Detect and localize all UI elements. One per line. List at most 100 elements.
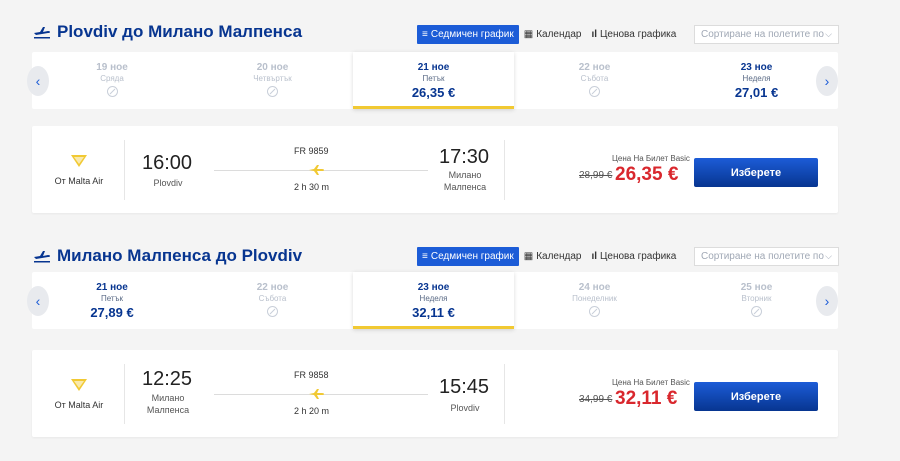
route-title: Милано Малпенса до Plovdiv bbox=[57, 246, 303, 265]
sort-select[interactable]: Сортиране на полетите по ⌵ bbox=[694, 25, 839, 44]
date-cell[interactable]: 23 ное Неделя 27,01 € bbox=[675, 52, 838, 109]
unavailable-icon bbox=[751, 306, 762, 317]
outbound-section: Plovdiv до Милано Малпенса ≡ Седмичен гр… bbox=[0, 0, 900, 225]
date-label: 21 ное bbox=[417, 62, 450, 73]
weekday-label: Сряда bbox=[100, 74, 124, 83]
unavailable-icon bbox=[589, 306, 600, 317]
tab-calendar[interactable]: ▦ Календар bbox=[519, 25, 587, 44]
return-section: Милано Малпенса до Plovdiv ≡ Седмичен гр… bbox=[0, 232, 900, 457]
date-label: 20 ное bbox=[256, 62, 289, 73]
sort-placeholder: Сортиране на полетите по bbox=[701, 251, 824, 262]
date-cell-selected[interactable]: 21 ное Петък 26,35 € bbox=[353, 52, 514, 109]
list-icon: ≡ bbox=[422, 250, 428, 262]
flight-number: FR 9858 bbox=[294, 370, 329, 380]
date-cell[interactable]: 22 ное Събота bbox=[192, 272, 353, 329]
date-cell[interactable]: 20 ное Четвъртък bbox=[192, 52, 353, 109]
unavailable-icon bbox=[106, 86, 118, 97]
date-cell[interactable]: 22 ное Събота bbox=[514, 52, 675, 109]
view-tabs: ≡ Седмичен график ▦ Календар ıl Ценова г… bbox=[417, 247, 681, 266]
chevron-left-icon: ‹ bbox=[35, 293, 41, 309]
date-label: 23 ное bbox=[740, 62, 773, 73]
date-price: 26,35 € bbox=[411, 85, 456, 100]
tab-label: Ценова графика bbox=[600, 29, 677, 40]
date-price: 32,11 € bbox=[412, 305, 455, 320]
date-label: 24 ное bbox=[578, 282, 611, 293]
date-cell[interactable]: 24 ное Понеделник bbox=[514, 272, 675, 329]
date-label: 19 ное bbox=[96, 62, 128, 73]
flight-duration: 2 h 20 m bbox=[294, 406, 330, 416]
weekday-label: Четвъртък bbox=[253, 74, 292, 83]
date-cell[interactable]: 19 ное Сряда bbox=[32, 52, 192, 109]
current-price: 32,11 € bbox=[615, 388, 678, 409]
plane-departure-icon bbox=[34, 251, 50, 263]
weekday-label: Петък bbox=[422, 74, 445, 83]
fare-type-label: Цена На Билет Basic bbox=[612, 378, 690, 387]
operator-label: От Malta Air bbox=[54, 400, 104, 410]
weekday-label: Петък bbox=[100, 294, 124, 303]
chevron-left-icon: ‹ bbox=[35, 73, 41, 89]
flight-card: От Malta Air 12:25 Милано Малпенса FR 98… bbox=[32, 350, 838, 437]
harp-logo-icon bbox=[71, 379, 87, 391]
select-flight-button[interactable]: Изберете bbox=[694, 382, 818, 411]
prev-dates-button[interactable]: ‹ bbox=[27, 66, 49, 96]
next-dates-button[interactable]: › bbox=[816, 66, 838, 96]
operator-label: От Malta Air bbox=[54, 176, 104, 186]
flight-number: FR 9859 bbox=[294, 146, 329, 156]
weekday-label: Понеделник bbox=[572, 294, 617, 303]
tab-weekly-schedule[interactable]: ≡ Седмичен график bbox=[417, 25, 519, 44]
tab-label: Седмичен график bbox=[430, 29, 514, 40]
next-dates-button[interactable]: › bbox=[816, 286, 838, 316]
fare-type-label: Цена На Билет Basic bbox=[612, 154, 690, 163]
date-cell[interactable]: 25 ное Вторник bbox=[675, 272, 838, 329]
tab-label: Календар bbox=[536, 29, 582, 40]
chevron-down-icon: ⌵ bbox=[825, 29, 832, 39]
unavailable-icon bbox=[589, 86, 600, 97]
route-title: Plovdiv до Милано Малпенса bbox=[57, 22, 303, 41]
current-price: 26,35 € bbox=[615, 164, 679, 185]
date-cell[interactable]: 21 ное Петък 27,89 € bbox=[32, 272, 192, 329]
harp-logo-icon bbox=[71, 155, 87, 167]
plane-icon bbox=[309, 165, 324, 175]
tab-price-chart[interactable]: ıl Ценова графика bbox=[586, 247, 681, 266]
select-flight-button[interactable]: Изберете bbox=[694, 158, 818, 187]
prev-dates-button[interactable]: ‹ bbox=[27, 286, 49, 316]
plane-icon bbox=[309, 389, 324, 399]
arrival-city: Милано Малпенса bbox=[443, 170, 487, 192]
chevron-down-icon: ⌵ bbox=[825, 251, 832, 261]
tab-calendar[interactable]: ▦ Календар bbox=[519, 247, 587, 266]
date-price: 27,89 € bbox=[90, 305, 134, 320]
old-price: 28,99 € bbox=[579, 170, 613, 181]
departure-city: Милано Малпенса bbox=[146, 393, 190, 415]
date-cell-selected[interactable]: 23 ное Неделя 32,11 € bbox=[353, 272, 514, 329]
tab-price-chart[interactable]: ıl Ценова графика bbox=[586, 25, 681, 44]
bar-chart-icon: ıl bbox=[591, 28, 598, 40]
tab-label: Седмичен график bbox=[430, 251, 514, 262]
date-label: 23 ное bbox=[417, 282, 450, 293]
divider bbox=[124, 140, 125, 200]
plane-departure-icon bbox=[34, 27, 50, 39]
date-strip: 21 ное Петък 27,89 € 22 ное Събота 23 но… bbox=[32, 272, 838, 329]
sort-select[interactable]: Сортиране на полетите по ⌵ bbox=[694, 247, 839, 266]
tab-label: Календар bbox=[536, 251, 582, 262]
date-label: 22 ное bbox=[578, 62, 611, 73]
date-label: 22 ное bbox=[256, 282, 289, 293]
tab-label: Ценова графика bbox=[600, 251, 677, 262]
arrival-city: Plovdiv bbox=[450, 403, 480, 413]
departure-city: Plovdiv bbox=[153, 178, 183, 188]
unavailable-icon bbox=[267, 86, 278, 97]
view-tabs: ≡ Седмичен график ▦ Календар ıl Ценова г… bbox=[417, 25, 681, 44]
weekday-label: Събота bbox=[580, 74, 609, 83]
weekday-label: Вторник bbox=[741, 294, 772, 303]
tab-weekly-schedule[interactable]: ≡ Седмичен график bbox=[417, 247, 519, 266]
arrival-time: 17:30 bbox=[439, 146, 490, 168]
unavailable-icon bbox=[267, 306, 278, 317]
departure-time: 16:00 bbox=[142, 152, 193, 174]
divider bbox=[504, 140, 505, 200]
weekday-label: Неделя bbox=[419, 294, 448, 303]
flight-card: От Malta Air 16:00 Plovdiv FR 9859 2 h 3… bbox=[32, 126, 838, 213]
flight-duration: 2 h 30 m bbox=[294, 182, 330, 192]
chevron-right-icon: › bbox=[824, 293, 830, 309]
old-price: 34,99 € bbox=[579, 394, 613, 405]
weekday-label: Неделя bbox=[742, 74, 771, 83]
date-strip: 19 ное Сряда 20 ное Четвъртък 21 ное Пет… bbox=[32, 52, 838, 109]
